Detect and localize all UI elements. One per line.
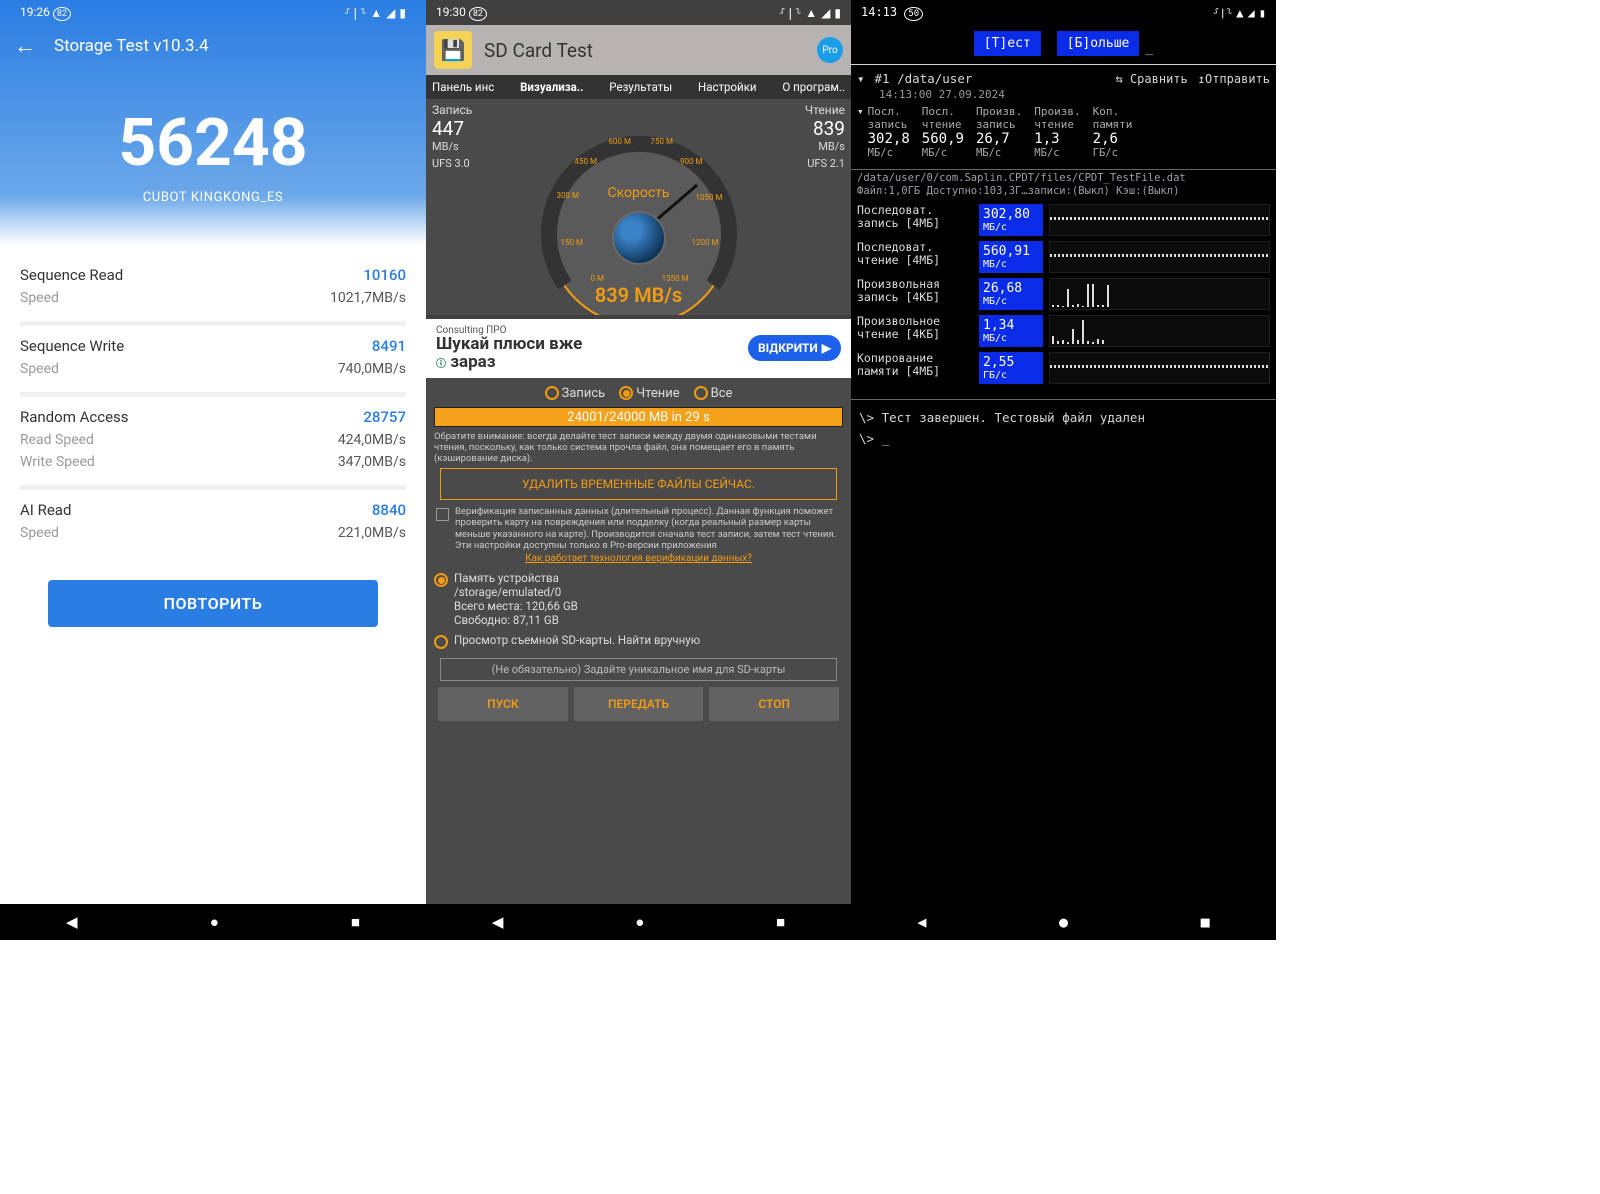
status-bar: 14:13 50 ⸉❘⸊ ▲ ◢ ▮ <box>851 0 1276 25</box>
delete-temp-button[interactable]: УДАЛИТЬ ВРЕМЕННЫЕ ФАЙЛЫ СЕЙЧАС. <box>440 468 837 500</box>
radio-all[interactable]: Все <box>694 386 733 401</box>
wifi-icon: ▲ <box>370 6 382 20</box>
chevron-down-icon[interactable]: ▾ <box>857 105 864 118</box>
nav-home-icon[interactable]: ● <box>635 913 644 931</box>
gauge-area: Запись 447 MB/s UFS 3.0 Чтение 839 MB/s … <box>426 99 851 315</box>
vibrate-icon: ⸉❘⸊ <box>1213 4 1232 21</box>
test-row-rand-read: Произвольноечтение [4КБ] 1,34МБ/с <box>857 315 1270 347</box>
speedometer: Скорость 839 MB/s 0 M 150 M 300 M 450 M … <box>529 115 749 315</box>
card-name-input[interactable]: (Не обязательно) Задайте уникальное имя … <box>440 658 837 681</box>
test-file-meta: Файл:1,0ГБ Доступно:103,3Г…записи:(Выкл)… <box>857 185 1270 198</box>
tab-dashboard[interactable]: Панель инс <box>432 80 494 94</box>
nav-bar: ◀ ● ■ <box>851 904 1276 940</box>
tab-about[interactable]: О програм.. <box>782 80 845 94</box>
verify-link[interactable]: Как работает технология верификации данн… <box>434 551 843 568</box>
radio-read[interactable]: Чтение <box>619 386 679 401</box>
test-row-rand-write: Произвольнаязапись [4КБ] 26,68МБ/с <box>857 278 1270 310</box>
status-bar: 19:30 82 ⸉❘⸊ ▲ ◢ ▮ <box>426 0 851 25</box>
antutu-storage-pane: 19:26 82 ⸉❘⸊ ▲ ◢ ▮ ← Storage Test v10.3.… <box>0 0 426 940</box>
radio-write[interactable]: Запись <box>545 386 606 401</box>
sparkline <box>1049 204 1270 236</box>
test-file-path: /data/user/0/com.Saplin.CPDT/files/CPDT_… <box>857 172 1270 185</box>
repeat-button[interactable]: ПОВТОРИТЬ <box>48 580 378 627</box>
status-bar: 19:26 82 ⸉❘⸊ ▲ ◢ ▮ <box>10 0 416 25</box>
storage-external[interactable]: Просмотр съемной SD-карты. Найти вручную <box>434 630 843 652</box>
nav-recent-icon[interactable]: ■ <box>1201 913 1210 931</box>
tab-bar: Панель инс Визуализа.. Результаты Настро… <box>426 75 851 99</box>
terminal-output: \> Тест завершен. Тестовый файл удален \… <box>851 400 1276 940</box>
transfer-button[interactable]: ПЕРЕДАТЬ <box>574 687 704 721</box>
nav-back-icon[interactable]: ◀ <box>66 913 78 931</box>
signal-icon: ◢ <box>821 6 830 20</box>
tab-more[interactable]: [Б]ольше <box>1057 31 1140 56</box>
storage-internal[interactable]: Память устройства /storage/emulated/0 Вс… <box>434 568 843 630</box>
device-name: CUBOT KINGKONG_ES <box>10 190 416 205</box>
nav-back-icon[interactable]: ◀ <box>492 913 504 931</box>
cache-note: Обратите внимание: всегда делайте тест з… <box>434 431 843 465</box>
run-id: #1 /data/user <box>875 71 973 86</box>
tab-settings[interactable]: Настройки <box>698 80 757 94</box>
chevron-down-icon[interactable]: ▾ <box>857 71 865 86</box>
wifi-icon: ▲ <box>1236 6 1243 20</box>
battery-icon: ▮ <box>399 6 406 20</box>
test-row-mem-copy: Копированиепамяти [4МБ] 2,55ГБ/с <box>857 352 1270 384</box>
run-timestamp: 14:13:00 27.09.2024 <box>879 88 1270 101</box>
stop-button[interactable]: СТОП <box>709 687 839 721</box>
test-row-seq-write: Последоват.запись [4МБ] 302,80МБ/с <box>857 204 1270 236</box>
section-sequence-write: Sequence Write8491 Speed740,0MB/s <box>20 326 406 397</box>
pro-badge[interactable]: Pro <box>817 37 843 63</box>
page-title: Storage Test v10.3.4 <box>54 36 209 56</box>
sdcard-app-icon: 💾 <box>434 31 472 69</box>
globe-icon <box>612 211 666 265</box>
start-button[interactable]: ПУСК <box>438 687 568 721</box>
tab-visualize[interactable]: Визуализа.. <box>520 80 583 94</box>
mode-radio-group: Запись Чтение Все <box>434 382 843 405</box>
section-random-access: Random Access28757 Read Speed424,0MB/s W… <box>20 397 406 490</box>
back-arrow-icon[interactable]: ← <box>14 33 36 59</box>
nav-bar: ◀ ● ■ <box>0 904 426 940</box>
test-row-seq-read: Последоват.чтение [4МБ] 560,91МБ/с <box>857 241 1270 273</box>
nav-recent-icon[interactable]: ■ <box>776 913 785 931</box>
ad-open-button[interactable]: ВІДКРИТИ▶ <box>748 335 841 361</box>
progress-bar: 24001/24000 MB in 29 s <box>434 407 843 427</box>
top-tabs: [Т]ест [Б]ольше _ <box>851 25 1276 65</box>
verify-option: Верификация записанных данных (длительны… <box>434 506 843 552</box>
total-score: 56248 <box>10 105 416 182</box>
sdcardtest-pane: 19:30 82 ⸉❘⸊ ▲ ◢ ▮ 💾 SD Card Test Pro Па… <box>426 0 851 940</box>
signal-icon: ◢ <box>386 6 395 20</box>
nav-home-icon[interactable]: ● <box>1059 913 1068 931</box>
battery-icon: ▮ <box>834 6 841 20</box>
section-sequence-read: Sequence Read10160 Speed1021,7MB/s <box>20 255 406 326</box>
ad-banner[interactable]: Consulting ПРО Шукай плюси вже ⓘ зараз В… <box>426 319 851 378</box>
vibrate-icon: ⸉❘⸊ <box>344 4 366 21</box>
compare-button[interactable]: ⇆ Сравнить <box>1116 72 1188 86</box>
cpdt-pane: 14:13 50 ⸉❘⸊ ▲ ◢ ▮ [Т]ест [Б]ольше _ ▾ #… <box>851 0 1276 940</box>
app-title: SD Card Test <box>484 39 805 62</box>
send-button[interactable]: ↥Отправить <box>1198 72 1270 86</box>
nav-home-icon[interactable]: ● <box>210 913 219 931</box>
ad-info-icon[interactable]: ⓘ <box>436 359 446 370</box>
wifi-icon: ▲ <box>805 6 817 20</box>
vibrate-icon: ⸉❘⸊ <box>779 4 801 21</box>
verify-checkbox[interactable] <box>436 508 449 521</box>
play-icon: ▶ <box>822 341 831 355</box>
tab-results[interactable]: Результаты <box>609 80 672 94</box>
tab-test[interactable]: [Т]ест <box>974 31 1041 56</box>
nav-back-icon[interactable]: ◀ <box>917 913 926 931</box>
nav-recent-icon[interactable]: ■ <box>351 913 360 931</box>
nav-bar: ◀ ● ■ <box>426 904 851 940</box>
battery-icon: ▮ <box>1259 6 1266 20</box>
section-ai-read: AI Read8840 Speed221,0MB/s <box>20 490 406 556</box>
app-bar: 💾 SD Card Test Pro <box>426 25 851 75</box>
signal-icon: ◢ <box>1248 6 1255 20</box>
